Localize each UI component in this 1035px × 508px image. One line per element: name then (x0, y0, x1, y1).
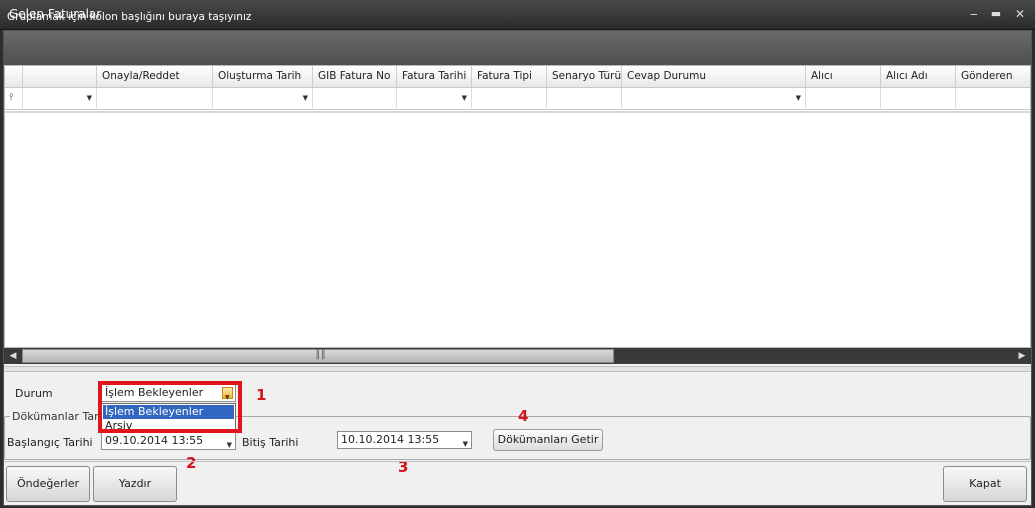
maximize-icon[interactable]: ▬ (987, 6, 1005, 22)
durum-label: Durum (15, 387, 53, 400)
close-icon[interactable]: ✕ (1011, 6, 1029, 22)
filter-funnel-icon[interactable]: ⫯ (9, 92, 13, 103)
invoice-grid[interactable]: Onayla/Reddet Oluşturma Tarih GIB Fatura… (4, 65, 1031, 348)
chevron-down-icon[interactable]: ▼ (796, 94, 801, 102)
start-date-label: Başlangıç Tarihi (7, 436, 93, 449)
filter-cell-cevap-durumu[interactable]: ▼ (622, 88, 806, 110)
group-by-hint: Gruplamak için kolon başlığını buraya ta… (7, 11, 252, 23)
print-button[interactable]: Yazdır (93, 466, 177, 502)
chevron-down-icon[interactable]: ▼ (87, 94, 92, 102)
filter-cell-alici[interactable] (806, 88, 881, 110)
column-header-indicator[interactable] (5, 66, 23, 88)
column-header-olusturma-tarih[interactable]: Oluşturma Tarih (213, 66, 313, 88)
chevron-down-icon[interactable]: ▼ (227, 437, 232, 453)
column-header-gib-fatura-no[interactable]: GIB Fatura No (313, 66, 397, 88)
column-header-alici-adi[interactable]: Alıcı Adı (881, 66, 956, 88)
grid-divider (5, 111, 1030, 113)
chevron-down-icon[interactable]: ▼ (463, 436, 468, 452)
start-date-value: 09.10.2014 13:55 (105, 434, 204, 447)
column-header-onayla-reddet[interactable]: Onayla/Reddet (97, 66, 213, 88)
filter-cell-olusturma-tarih[interactable]: ▼ (213, 88, 313, 110)
filter-cell-gonderen[interactable] (956, 88, 1030, 110)
start-date-picker[interactable]: 09.10.2014 13:55 ▼ (101, 432, 236, 450)
panel-splitter[interactable] (4, 366, 1031, 372)
chevron-down-icon[interactable]: ▼ (462, 94, 467, 102)
horizontal-scrollbar[interactable]: ◀ ║║ ▶ (4, 348, 1031, 364)
filter-cell-select[interactable]: ▼ (23, 88, 97, 110)
scrollbar-thumb[interactable]: ║║ (22, 349, 614, 363)
annotation-marker-4: 4 (518, 407, 529, 425)
filter-cell-senaryo-turu[interactable] (547, 88, 622, 110)
annotation-marker-2: 2 (186, 454, 197, 472)
end-date-value: 10.10.2014 13:55 (341, 433, 440, 446)
scroll-right-icon[interactable]: ▶ (1015, 350, 1029, 362)
close-button[interactable]: Kapat (943, 466, 1027, 502)
column-header-fatura-tarihi[interactable]: Fatura Tarihi (397, 66, 472, 88)
column-header-cevap-durumu[interactable]: Cevap Durumu (622, 66, 806, 88)
column-header-gonderen[interactable]: Gönderen (956, 66, 1030, 88)
grid-filter-row: ⫯ ▼ ▼ ▼ ▼ (5, 88, 1030, 110)
filter-cell-fatura-tarihi[interactable]: ▼ (397, 88, 472, 110)
group-by-panel[interactable] (4, 31, 1031, 65)
filter-cell-alici-adi[interactable] (881, 88, 956, 110)
chevron-down-icon[interactable]: ▼ (303, 94, 308, 102)
filter-cell-gib-fatura-no[interactable] (313, 88, 397, 110)
column-header-fatura-tipi[interactable]: Fatura Tipi (472, 66, 547, 88)
filter-cell-fatura-tipi[interactable] (472, 88, 547, 110)
documents-date-legend: Dökümanlar Tari (10, 410, 104, 423)
filter-indicator-cell[interactable]: ⫯ (5, 88, 23, 110)
grid-header: Onayla/Reddet Oluşturma Tarih GIB Fatura… (5, 66, 1030, 88)
end-date-picker[interactable]: 10.10.2014 13:55 ▼ (337, 431, 472, 449)
annotation-marker-1: 1 (256, 386, 267, 404)
footer-divider (4, 461, 1031, 462)
scroll-left-icon[interactable]: ◀ (6, 350, 20, 362)
grip-icon: ║║ (315, 350, 326, 360)
column-header-senaryo-turu[interactable]: Senaryo Türü (547, 66, 622, 88)
defaults-button[interactable]: Öndeğerler (6, 466, 90, 502)
highlight-box (98, 381, 242, 433)
fetch-documents-button[interactable]: Dökümanları Getir (493, 429, 603, 451)
column-header-select[interactable] (23, 66, 97, 88)
end-date-label: Bitiş Tarihi (242, 436, 299, 449)
filter-cell-onayla-reddet[interactable] (97, 88, 213, 110)
minimize-icon[interactable]: ‒ (965, 6, 983, 22)
column-header-alici[interactable]: Alıcı (806, 66, 881, 88)
